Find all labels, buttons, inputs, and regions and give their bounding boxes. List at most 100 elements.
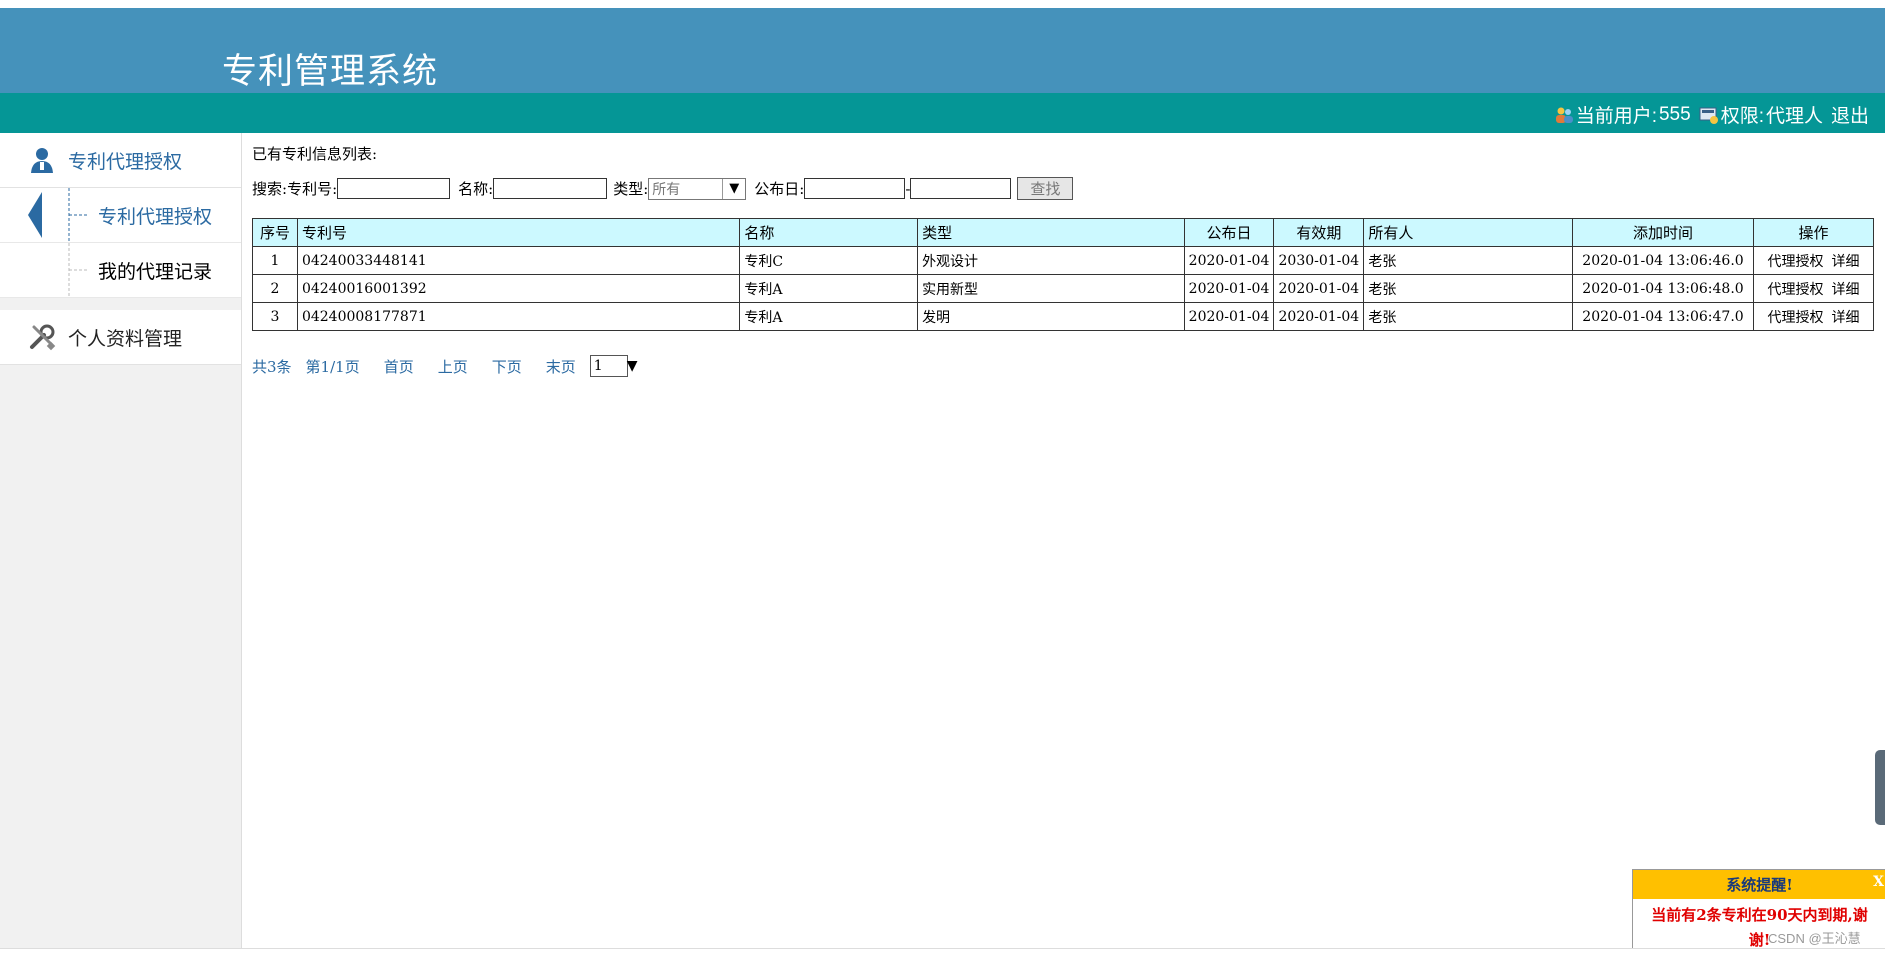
pager-prev-link[interactable]: 上页 [438, 356, 468, 377]
current-user-name: 555 [1658, 103, 1691, 125]
pager-page-info: 第1/1页 [305, 357, 360, 376]
cell-added-time: 2020-01-04 13:06:46.0 [1572, 246, 1754, 275]
agency-auth-link[interactable]: 代理授权 [1767, 254, 1823, 270]
user-bar: 当前用户: 555 权限: 代理人 退出 [0, 93, 1885, 133]
permission-icon [1699, 105, 1719, 125]
patent-type-label: 类型: [613, 180, 649, 198]
cell-name: 专利A [739, 274, 919, 303]
user-info: 当前用户: 555 权限: 代理人 退出 [1554, 101, 1869, 128]
chevron-down-icon: ▼ [626, 358, 638, 374]
col-header-number: 专利号 [296, 218, 741, 247]
cell-added-time: 2020-01-04 13:06:48.0 [1572, 274, 1754, 303]
cell-actions: 代理授权 详细 [1752, 274, 1875, 303]
role-label: 权限: [1720, 106, 1764, 127]
app-title: 专利管理系统 [222, 52, 439, 92]
publish-date-from-input[interactable] [804, 178, 906, 199]
user-icon [28, 146, 56, 174]
logout-link[interactable]: 退出 [1831, 101, 1869, 128]
sidebar-item-agency-auth[interactable]: 专利代理授权 [0, 188, 241, 243]
table-row: 2 04240016001392 专利A 实用新型 2020-01-04 202… [252, 274, 1875, 303]
menu-head-label: 专利代理授权 [68, 151, 183, 173]
patent-name-input[interactable] [493, 178, 608, 199]
pager-first-link[interactable]: 首页 [384, 356, 414, 377]
col-header-valid-until: 有效期 [1273, 218, 1365, 247]
publish-date-label: 公布日: [754, 180, 805, 198]
current-user-label: 当前用户: [1575, 106, 1657, 127]
pager-last-link[interactable]: 末页 [546, 356, 576, 377]
table-header-row: 序号 专利号 名称 类型 公布日 有效期 所有人 添加时间 操作 [252, 218, 1875, 247]
role-value: 代理人 [1765, 106, 1823, 127]
detail-link[interactable]: 详细 [1831, 282, 1859, 298]
col-header-no: 序号 [252, 218, 298, 247]
publish-date-to-input[interactable] [910, 178, 1012, 199]
cell-no: 3 [252, 302, 298, 331]
page-select[interactable]: 1 ▼ [589, 355, 637, 377]
detail-link[interactable]: 详细 [1831, 310, 1859, 326]
patent-name-label: 名称: [458, 180, 494, 198]
chevron-down-icon: ▼ [722, 178, 745, 199]
popup-title: 系统提醒! [1726, 876, 1793, 894]
sidebar-item-label: 我的代理记录 [98, 261, 213, 283]
cell-valid-until: 2020-01-04 [1273, 274, 1365, 303]
detail-link[interactable]: 详细 [1831, 254, 1859, 270]
close-icon[interactable]: X [1873, 874, 1884, 890]
search-label: 搜索: [252, 180, 288, 198]
top-strip [0, 0, 1885, 8]
side-scroll-handle[interactable] [1875, 750, 1885, 825]
cell-number: 04240016001392 [296, 274, 741, 303]
cell-publish-date: 2020-01-04 [1183, 274, 1275, 303]
sidebar-item-label: 专利代理授权 [98, 206, 213, 228]
cell-valid-until: 2030-01-04 [1273, 246, 1365, 275]
pager-next-link[interactable]: 下页 [492, 356, 522, 377]
tree-connector-icon [68, 243, 89, 297]
patent-type-select[interactable]: 所有 ▼ [648, 177, 747, 200]
list-caption: 已有专利信息列表: [252, 145, 378, 163]
popup-title-bar: 系统提醒! X [1633, 870, 1885, 899]
cell-actions: 代理授权 详细 [1752, 246, 1875, 275]
menu-group-profile: 个人资料管理 [0, 310, 241, 365]
cell-publish-date: 2020-01-04 [1183, 302, 1275, 331]
col-header-name: 名称 [739, 218, 919, 247]
patent-number-input[interactable] [337, 178, 451, 199]
tools-icon [28, 323, 56, 351]
cell-added-time: 2020-01-04 13:06:47.0 [1572, 302, 1754, 331]
cell-owner: 老张 [1363, 302, 1574, 331]
patent-type-selected: 所有 [652, 181, 681, 198]
cell-number: 04240033448141 [296, 246, 741, 275]
col-header-publish-date: 公布日 [1183, 218, 1275, 247]
col-header-added-time: 添加时间 [1572, 218, 1754, 247]
search-bar: 搜索: 专利号: 名称: 类型: 所有 ▼ 公布日: - 查找 [252, 177, 1074, 200]
cell-number: 04240008177871 [296, 302, 741, 331]
cell-owner: 老张 [1363, 274, 1574, 303]
users-icon [1554, 105, 1574, 125]
sidebar: 专利代理授权 专利代理授权 我的代理记录 个人资料管理 [0, 133, 242, 948]
cell-no: 1 [252, 246, 298, 275]
menu-head-label: 个人资料管理 [68, 328, 183, 350]
cell-type: 实用新型 [917, 274, 1185, 303]
cell-valid-until: 2020-01-04 [1273, 302, 1365, 331]
search-button[interactable]: 查找 [1017, 177, 1074, 200]
cell-owner: 老张 [1363, 246, 1574, 275]
header: 专利管理系统 [0, 8, 1885, 93]
pagination: 共3条 第1/1页 首页 上页 下页 末页 1 ▼ [252, 355, 652, 377]
col-header-type: 类型 [917, 218, 1185, 247]
cell-no: 2 [252, 274, 298, 303]
cell-name: 专利C [739, 246, 919, 275]
col-header-owner: 所有人 [1363, 218, 1574, 247]
cell-actions: 代理授权 详细 [1752, 302, 1875, 331]
patent-number-label: 专利号: [287, 180, 338, 198]
cell-type: 外观设计 [917, 246, 1185, 275]
cell-type: 发明 [917, 302, 1185, 331]
patent-table: 序号 专利号 名称 类型 公布日 有效期 所有人 添加时间 操作 1 04240… [252, 218, 1875, 331]
agency-auth-link[interactable]: 代理授权 [1767, 310, 1823, 326]
table-row: 3 04240008177871 专利A 发明 2020-01-04 2020-… [252, 302, 1875, 331]
sidebar-item-agency-records[interactable]: 我的代理记录 [0, 243, 241, 298]
cell-publish-date: 2020-01-04 [1183, 246, 1275, 275]
menu-head-agency-auth[interactable]: 专利代理授权 [0, 133, 241, 188]
active-marker-icon [28, 192, 42, 238]
menu-head-profile[interactable]: 个人资料管理 [0, 310, 241, 365]
agency-auth-link[interactable]: 代理授权 [1767, 282, 1823, 298]
tree-connector-icon [68, 188, 89, 242]
table-row: 1 04240033448141 专利C 外观设计 2020-01-04 203… [252, 246, 1875, 275]
menu-group-agency: 专利代理授权 专利代理授权 我的代理记录 [0, 133, 241, 298]
